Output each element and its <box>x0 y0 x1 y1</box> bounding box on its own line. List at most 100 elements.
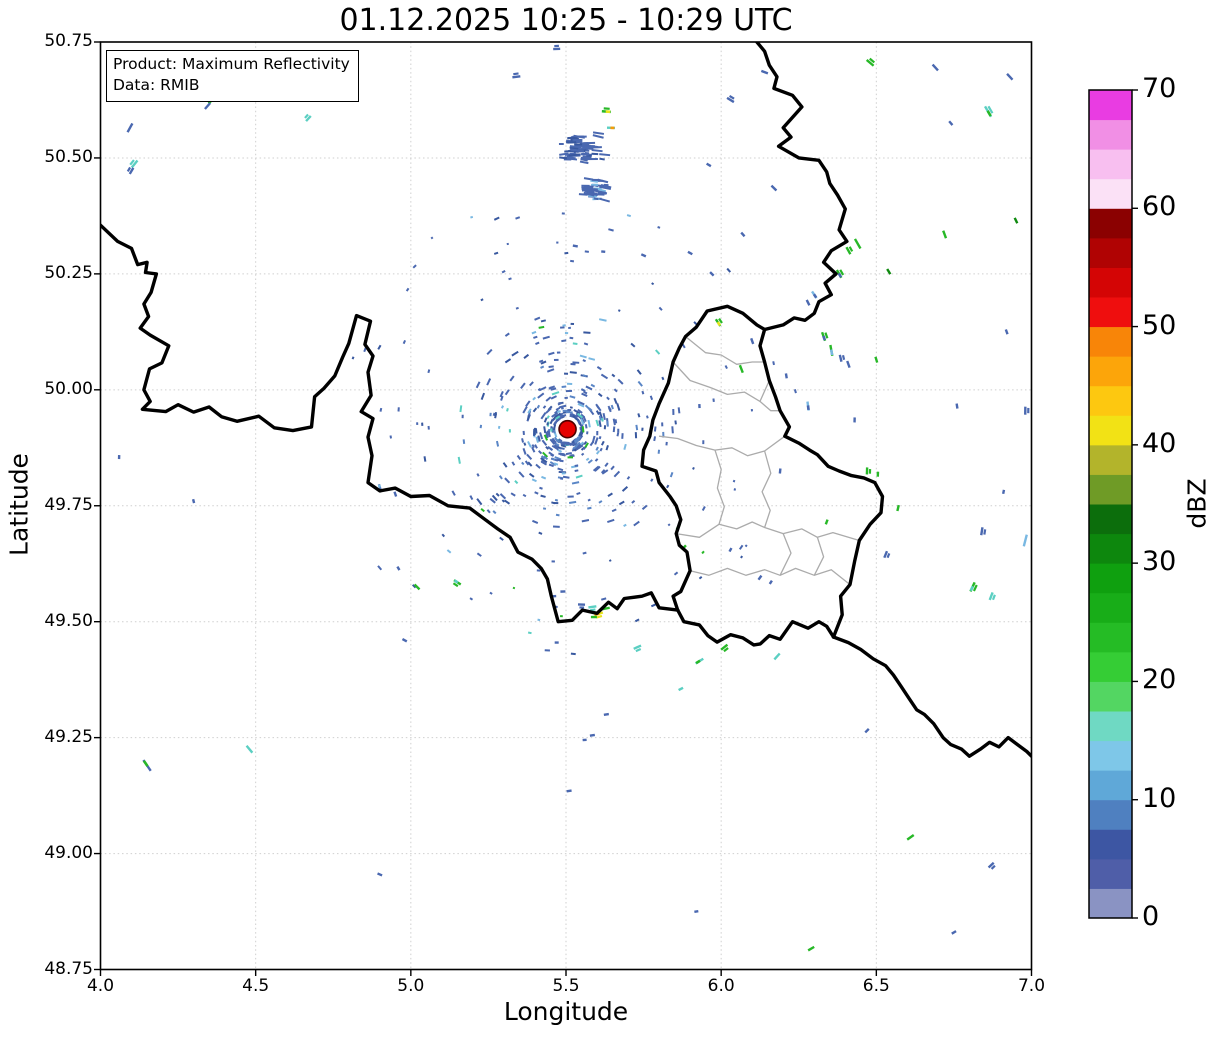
clutter-dash <box>551 438 556 442</box>
clutter-dash <box>480 392 486 400</box>
clutter-dash <box>740 555 743 559</box>
clutter-dash <box>724 365 728 370</box>
clutter-dash <box>495 492 500 497</box>
colorbar-band <box>1089 504 1132 535</box>
clutter-dash <box>601 417 604 422</box>
echo-streak <box>740 231 746 238</box>
colorbar-band <box>1089 770 1132 801</box>
axis-tick-marks <box>94 41 1033 976</box>
echo-streak-accent <box>812 293 818 299</box>
colorbar-band <box>1089 90 1132 121</box>
clutter-dash <box>560 477 564 480</box>
clutter-dash <box>565 452 572 456</box>
clutter-dash <box>405 287 410 292</box>
clutter-dash <box>491 494 498 502</box>
echo-streak <box>401 637 408 643</box>
clutter-dash <box>630 342 636 348</box>
echo-streak <box>1013 217 1019 224</box>
product-info-box: Product: Maximum Reflectivity Data: RMIB <box>106 50 359 102</box>
echo-streak <box>760 69 769 75</box>
echo-streak <box>906 834 915 841</box>
clutter-dash <box>502 462 508 468</box>
clutter-dash <box>621 486 629 492</box>
echo-streak <box>191 498 196 504</box>
region-border-line <box>714 449 725 525</box>
clutter-dash <box>595 403 600 410</box>
clutter-dash <box>427 369 431 374</box>
clutter-dash <box>574 464 579 467</box>
clutter-dash <box>572 415 576 418</box>
radar-site-marker <box>558 419 577 439</box>
clutter-dash <box>583 440 588 446</box>
clutter-dash <box>602 191 608 195</box>
clutter-dash <box>476 498 483 506</box>
clutter-dash <box>581 452 585 456</box>
clutter-dash <box>674 420 677 425</box>
echo-streak-accent <box>822 335 827 341</box>
clutter-dash <box>514 480 519 485</box>
clutter-dash <box>532 519 539 524</box>
clutter-dash <box>607 518 615 524</box>
clutter-dash <box>489 497 496 504</box>
clutter-dash <box>587 506 592 510</box>
clutter-dash <box>598 420 602 428</box>
clutter-dash <box>646 415 649 419</box>
clutter-dash <box>598 500 603 504</box>
echo-streak-accent <box>453 579 459 584</box>
echo-streak <box>678 686 684 692</box>
clutter-dash <box>539 359 544 363</box>
clutter-dash <box>580 388 586 392</box>
x-tick-label: 6.0 <box>707 976 735 996</box>
echo-streak-secondary <box>513 72 519 76</box>
echo-streak <box>126 122 134 133</box>
colorbar-tick-label: 70 <box>1142 73 1177 104</box>
colorbar-band <box>1089 385 1132 416</box>
echo-streak-accent <box>986 110 992 117</box>
echo-streak-secondary <box>595 614 603 619</box>
clutter-dash <box>548 351 555 356</box>
clutter-dash <box>590 383 596 388</box>
clutter-dash <box>493 216 500 221</box>
echo-streak-accent <box>695 659 701 665</box>
x-axis-label: Longitude <box>503 997 629 1026</box>
clutter-dash <box>585 457 590 462</box>
colorbar-band <box>1089 563 1132 594</box>
clutter-dash <box>666 484 670 489</box>
clutter-dash <box>633 520 640 527</box>
clutter-dash <box>569 371 577 374</box>
colorbar-band <box>1089 622 1132 653</box>
clutter-dash <box>522 493 527 498</box>
clutter-dash <box>486 378 492 386</box>
clutter-dash <box>555 513 560 517</box>
echo-streak <box>784 373 788 379</box>
clutter-dash <box>692 466 695 470</box>
clutter-dash <box>549 447 554 452</box>
echo-streak-secondary <box>972 584 978 592</box>
clutter-dash <box>579 160 589 165</box>
clutter-dash <box>492 412 496 417</box>
echo-streak <box>757 574 763 581</box>
clutter-dash <box>499 493 507 500</box>
clutter-dash <box>476 473 480 477</box>
echo-streak <box>773 652 781 661</box>
clutter-dash <box>581 426 585 433</box>
clutter-dash <box>551 391 560 396</box>
clutter-dash <box>510 492 516 497</box>
echo-streak <box>204 102 212 110</box>
echo-streak <box>886 268 892 275</box>
clutter-dash <box>537 618 541 622</box>
clutter-dash <box>509 375 515 382</box>
colorbar-band <box>1089 533 1132 564</box>
region-borders <box>659 335 860 586</box>
clutter-dash <box>532 407 538 413</box>
clutter-dash <box>585 385 593 391</box>
clutter-dash <box>486 348 493 356</box>
clutter-dash <box>559 156 568 160</box>
colorbar-band <box>1089 267 1132 298</box>
clutter-dash <box>593 197 599 201</box>
clutter-dash <box>493 251 499 255</box>
clutter-dash <box>631 500 636 504</box>
clutter-dash <box>744 544 748 548</box>
clutter-dash <box>459 405 463 413</box>
echo-streak <box>512 75 521 79</box>
